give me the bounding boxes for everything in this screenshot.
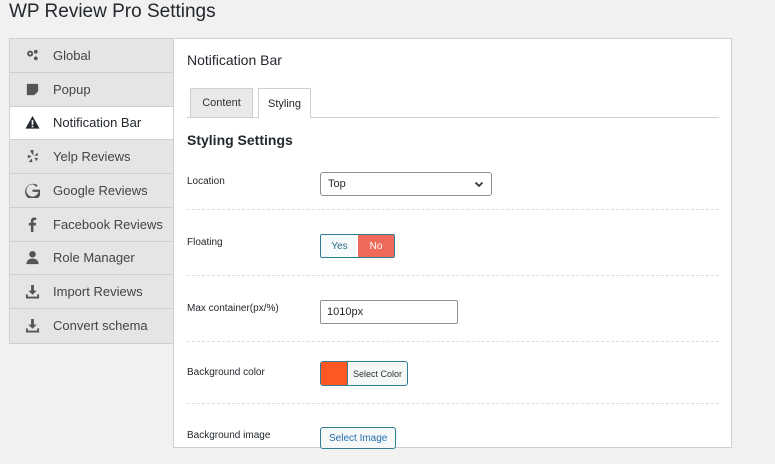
sidebar-item-label: Google Reviews [53,182,148,198]
background-image-label: Background image [187,430,271,441]
max-container-input[interactable]: 1010px [320,300,458,324]
sidebar-item-label: Role Manager [53,250,135,266]
settings-panel: Notification Bar Content Styling Styling… [173,38,732,449]
sidebar-item-popup[interactable]: Popup [10,73,173,107]
yelp-icon [24,149,40,165]
panel-title: Notification Bar [187,52,282,68]
max-container-row: Max container(px/%) 1010px [187,276,719,342]
floating-toggle[interactable]: Yes No [320,234,395,258]
max-container-value: 1010px [327,306,364,318]
max-container-label: Max container(px/%) [187,303,279,314]
gears-icon [24,47,40,63]
sidebar-item-label: Popup [53,81,91,97]
sidebar-item-label: Yelp Reviews [53,149,131,165]
chevron-down-icon [474,179,484,189]
sidebar-item-role-manager[interactable]: Role Manager [10,242,173,276]
sidebar-item-label: Facebook Reviews [53,216,163,232]
floating-label: Floating [187,237,223,248]
sidebar-item-yelp-reviews[interactable]: Yelp Reviews [10,140,173,174]
location-value: Top [328,178,346,190]
select-color-button[interactable]: Select Color [320,361,409,386]
sidebar-item-label: Notification Bar [53,115,142,131]
select-image-button[interactable]: Select Image [320,427,397,449]
popup-icon [24,81,40,97]
user-icon [24,250,40,266]
tab-bar: Content Styling [187,88,719,118]
tab-styling[interactable]: Styling [258,88,311,118]
sidebar-item-label: Global [53,47,91,63]
settings-sidebar: Global Popup Notification Bar Yelp Revie… [9,38,174,344]
floating-yes-button[interactable]: Yes [321,235,358,257]
location-row: Location Top [187,161,719,210]
floating-row: Floating Yes No [187,210,719,276]
color-swatch [321,362,347,385]
download-icon [24,318,40,334]
sidebar-item-facebook-reviews[interactable]: Facebook Reviews [10,208,173,242]
facebook-icon [24,216,40,232]
location-label: Location [187,176,225,187]
page-title: WP Review Pro Settings [9,1,216,22]
sidebar-item-label: Import Reviews [53,284,143,300]
sidebar-item-label: Convert schema [53,318,148,334]
warning-icon [24,115,40,131]
sidebar-item-notification-bar[interactable]: Notification Bar [10,106,174,141]
background-color-row: Background color Select Color [187,342,719,404]
sidebar-item-google-reviews[interactable]: Google Reviews [10,174,173,208]
google-icon [24,182,40,198]
sidebar-item-convert-schema[interactable]: Convert schema [10,309,173,343]
tab-content[interactable]: Content [190,88,253,117]
sidebar-item-import-reviews[interactable]: Import Reviews [10,275,173,309]
download-icon [24,284,40,300]
floating-no-button[interactable]: No [358,235,394,257]
section-title: Styling Settings [187,132,293,148]
background-image-row: Background image Select Image [187,404,719,464]
location-select[interactable]: Top [320,172,492,196]
background-color-label: Background color [187,367,265,378]
sidebar-item-global[interactable]: Global [10,39,173,73]
select-color-label: Select Color [347,362,407,385]
